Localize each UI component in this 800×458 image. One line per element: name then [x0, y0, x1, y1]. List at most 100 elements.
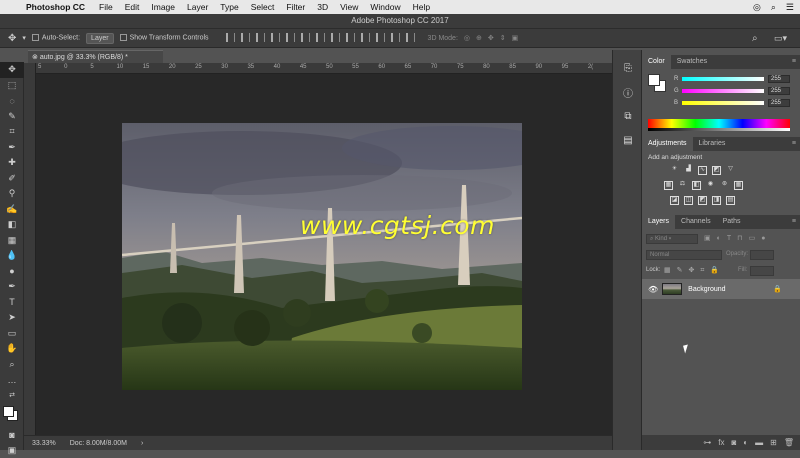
screen-mode-icon[interactable]: ▣: [0, 443, 24, 458]
menu-window[interactable]: Window: [370, 2, 400, 12]
value-r[interactable]: 255: [768, 75, 790, 83]
value-g[interactable]: 255: [768, 87, 790, 95]
tab-paths[interactable]: Paths: [717, 215, 747, 229]
grayscale-ramp[interactable]: [648, 128, 790, 131]
notes-panel-icon[interactable]: ▤: [613, 128, 643, 152]
color-balance-icon[interactable]: ⚖: [678, 181, 687, 190]
visibility-eye-icon[interactable]: 👁: [648, 285, 658, 294]
crop-tool-icon[interactable]: ⌗: [0, 124, 24, 140]
clone-stamp-tool-icon[interactable]: ⚲: [0, 186, 24, 202]
align-buttons[interactable]: [223, 33, 418, 44]
bar-b[interactable]: [682, 101, 764, 105]
menu-help[interactable]: Help: [413, 2, 430, 12]
zoom-level[interactable]: 33.33%: [32, 440, 56, 447]
bar-g[interactable]: [682, 89, 764, 93]
eraser-tool-icon[interactable]: ◧: [0, 217, 24, 233]
invert-icon[interactable]: ◪: [670, 196, 679, 205]
new-layer-icon[interactable]: ⊞: [770, 438, 777, 447]
link-layers-icon[interactable]: ⊶: [703, 438, 711, 447]
status-menu-icon[interactable]: ›: [141, 440, 143, 447]
new-adjustment-icon[interactable]: ◐: [743, 438, 748, 447]
creative-cloud-icon[interactable]: ◎: [753, 2, 761, 13]
value-b[interactable]: 255: [768, 99, 790, 107]
delete-layer-icon[interactable]: 🗑: [784, 438, 794, 447]
panel-menu-icon[interactable]: ≡: [792, 55, 796, 69]
layer-row-background[interactable]: 👁 Background 🔒: [642, 279, 800, 299]
swap-colors-icon[interactable]: ⇄: [0, 388, 24, 404]
tool-preset-dropdown[interactable]: ▾: [22, 34, 26, 42]
gradient-map-icon[interactable]: ▤: [726, 196, 735, 205]
bar-r[interactable]: [682, 77, 764, 81]
panel-menu-icon[interactable]: ≡: [792, 137, 796, 151]
color-swatch[interactable]: [648, 74, 666, 92]
hue-saturation-icon[interactable]: ▦: [664, 181, 673, 190]
brightness-icon[interactable]: ☀: [670, 166, 679, 175]
curves-icon[interactable]: ∿: [698, 166, 707, 175]
marquee-tool-icon[interactable]: ⬚: [0, 78, 24, 94]
vibrance-icon[interactable]: ▽: [726, 166, 735, 175]
opacity-field[interactable]: [750, 250, 774, 260]
menu-list-icon[interactable]: ☰: [786, 2, 794, 13]
path-select-tool-icon[interactable]: ➤: [0, 310, 24, 326]
3d-mode-icons[interactable]: ◎⊕✥⇕▣: [464, 34, 524, 42]
auto-select-checkbox[interactable]: Auto-Select:: [32, 34, 80, 41]
color-spectrum[interactable]: [648, 119, 790, 128]
more-tools-icon[interactable]: …: [0, 372, 24, 388]
info-panel-icon[interactable]: ⓘ: [613, 80, 643, 104]
blend-mode-dropdown[interactable]: Normal: [646, 250, 722, 260]
properties-panel-icon[interactable]: ⧉: [613, 104, 643, 128]
eyedropper-tool-icon[interactable]: ✒: [0, 140, 24, 156]
menu-3d[interactable]: 3D: [317, 2, 328, 12]
menu-edit[interactable]: Edit: [125, 2, 140, 12]
channel-mixer-icon[interactable]: ⊛: [720, 181, 729, 190]
zoom-tool-icon[interactable]: ⌕: [0, 357, 24, 373]
gradient-tool-icon[interactable]: ▦: [0, 233, 24, 249]
tab-color[interactable]: Color: [642, 55, 671, 69]
lasso-tool-icon[interactable]: ◌: [0, 93, 24, 109]
slider-b[interactable]: B 255: [674, 99, 800, 107]
tab-channels[interactable]: Channels: [675, 215, 717, 229]
menu-image[interactable]: Image: [151, 2, 175, 12]
panel-menu-icon[interactable]: ≡: [792, 215, 796, 229]
rectangle-tool-icon[interactable]: ▭: [0, 326, 24, 342]
workspace-icon[interactable]: ▭▾: [774, 33, 787, 44]
quick-select-tool-icon[interactable]: ✎: [0, 109, 24, 125]
history-brush-tool-icon[interactable]: ✍: [0, 202, 24, 218]
foreground-background-swatch[interactable]: [0, 403, 24, 427]
lock-icons[interactable]: ▦✎✥⌗🔒: [664, 266, 725, 275]
selective-color-icon[interactable]: ◨: [712, 196, 721, 205]
search-icon[interactable]: ⌕: [752, 33, 758, 44]
canvas-area[interactable]: www.cgtsj.com: [36, 74, 612, 435]
slider-g[interactable]: G 255: [674, 87, 800, 95]
menu-select[interactable]: Select: [251, 2, 275, 12]
fx-icon[interactable]: fx: [718, 438, 724, 447]
brush-tool-icon[interactable]: ✐: [0, 171, 24, 187]
black-white-icon[interactable]: ◧: [692, 181, 701, 190]
menu-file[interactable]: File: [99, 2, 113, 12]
menu-type[interactable]: Type: [220, 2, 238, 12]
tab-adjustments[interactable]: Adjustments: [642, 137, 693, 151]
tab-swatches[interactable]: Swatches: [671, 55, 713, 69]
search-icon[interactable]: ⌕: [771, 2, 776, 13]
menu-layer[interactable]: Layer: [187, 2, 208, 12]
add-mask-icon[interactable]: ◙: [731, 438, 736, 447]
menu-view[interactable]: View: [340, 2, 358, 12]
healing-brush-tool-icon[interactable]: ✚: [0, 155, 24, 171]
close-icon[interactable]: ⊗: [32, 54, 40, 61]
dodge-tool-icon[interactable]: ●: [0, 264, 24, 280]
threshold-icon[interactable]: ◩: [698, 196, 707, 205]
show-transform-checkbox[interactable]: Show Transform Controls: [120, 34, 209, 41]
levels-icon[interactable]: ▟: [684, 166, 693, 175]
move-tool-icon[interactable]: ✥: [8, 33, 16, 44]
tab-layers[interactable]: Layers: [642, 215, 675, 229]
history-panel-icon[interactable]: ⎘: [613, 56, 643, 80]
menu-filter[interactable]: Filter: [286, 2, 305, 12]
color-lookup-icon[interactable]: ▦: [734, 181, 743, 190]
slider-r[interactable]: R 255: [674, 75, 800, 83]
tab-libraries[interactable]: Libraries: [693, 137, 732, 151]
layer-filter-kind[interactable]: ⌕ Kind ▾: [646, 234, 698, 244]
document-image[interactable]: www.cgtsj.com: [122, 123, 522, 390]
app-menu[interactable]: Photoshop CC: [26, 2, 85, 12]
blur-tool-icon[interactable]: 💧: [0, 248, 24, 264]
new-group-icon[interactable]: ▬: [755, 438, 763, 447]
